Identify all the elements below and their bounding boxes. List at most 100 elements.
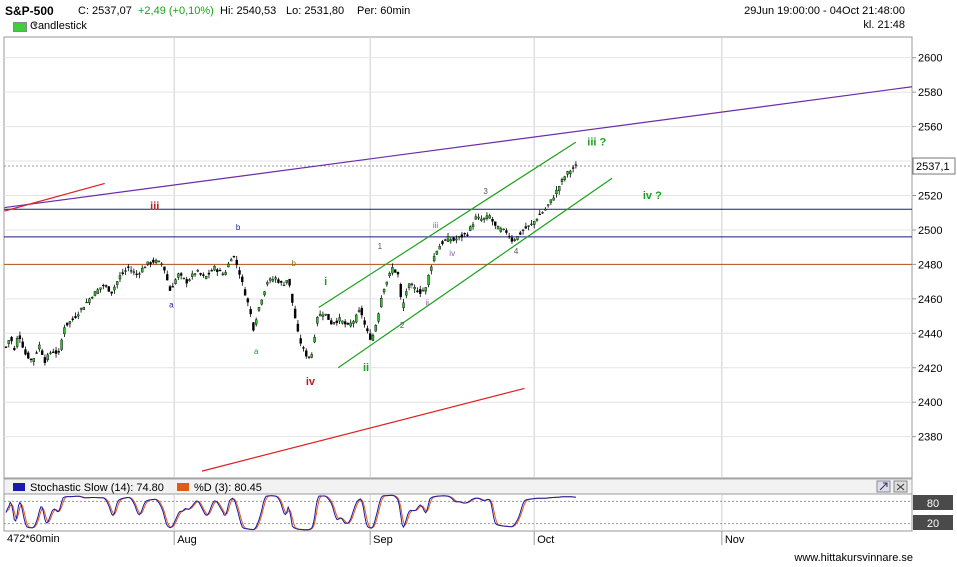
- candle-body: [271, 279, 275, 282]
- candle-body: [469, 226, 472, 231]
- candle-body: [154, 259, 158, 263]
- candle-body: [263, 291, 266, 296]
- candle-body: [519, 232, 522, 235]
- main-plot-frame: [3, 36, 913, 479]
- candle-body: [280, 281, 283, 283]
- candle-body: [85, 301, 88, 304]
- candle-body: [396, 272, 400, 275]
- candle-body: [99, 287, 102, 290]
- candle-body: [460, 234, 464, 238]
- candle-body: [54, 350, 58, 354]
- candle-body: [124, 270, 127, 272]
- candle-body: [327, 313, 330, 320]
- candle-body: [235, 259, 238, 265]
- candle-body: [266, 282, 269, 285]
- candle-body: [552, 197, 555, 201]
- candle-body: [510, 237, 514, 242]
- candle-body: [185, 279, 188, 284]
- candle-body: [571, 167, 575, 169]
- y-tick-label: 2460: [918, 294, 942, 306]
- candle-body: [427, 274, 430, 285]
- candle-body: [360, 307, 364, 316]
- candle-body: [430, 266, 433, 271]
- bar-count-label: 472*60min: [7, 533, 60, 545]
- candle-body: [115, 281, 119, 285]
- candle-body: [224, 272, 227, 275]
- candle-body: [46, 354, 49, 360]
- candle-body: [435, 250, 439, 255]
- candle-body: [163, 266, 166, 271]
- candle-body: [371, 334, 375, 341]
- wave-label: a: [254, 347, 259, 356]
- wave-label: 4: [514, 247, 519, 256]
- candle-body: [558, 186, 561, 192]
- candle-body: [191, 273, 194, 277]
- candle-body: [118, 275, 122, 280]
- candle-body: [380, 298, 383, 308]
- candle-body: [60, 339, 63, 350]
- candle-body: [452, 237, 455, 241]
- candle-body: [213, 265, 216, 271]
- candle-body: [282, 284, 286, 287]
- candle-body: [432, 256, 436, 262]
- candle-body: [307, 356, 311, 358]
- candle-body: [363, 320, 366, 325]
- candle-body: [471, 224, 475, 227]
- candle-body: [57, 351, 61, 353]
- candle-body: [238, 270, 241, 275]
- wave-label: ii: [425, 299, 429, 308]
- candle-body: [566, 171, 569, 175]
- candle-body: [77, 314, 80, 317]
- candle-body: [252, 322, 255, 331]
- close-icon[interactable]: [893, 480, 908, 493]
- candle-body: [135, 273, 138, 275]
- candle-body: [21, 341, 24, 348]
- candle-body: [18, 335, 22, 340]
- candle-body: [352, 321, 355, 324]
- candle-body: [43, 357, 47, 364]
- candle-body: [463, 233, 466, 235]
- candle-body: [332, 322, 336, 324]
- candle-body: [152, 259, 155, 263]
- candle-body: [530, 223, 533, 225]
- candle-body: [516, 236, 519, 240]
- site-link[interactable]: www.hittakursvinnare.se: [794, 552, 913, 564]
- candle-body: [268, 278, 272, 281]
- candle-body: [196, 270, 200, 272]
- settings-icon[interactable]: [876, 480, 891, 493]
- candle-body: [382, 288, 386, 293]
- price-chart: iiibabaiviii12iiiiiiiv34iii ?iv ? 238024…: [3, 36, 956, 546]
- candle-body: [313, 336, 316, 343]
- candle-body: [29, 358, 33, 360]
- candle-body: [446, 236, 450, 242]
- candle-body: [394, 269, 397, 273]
- candle-body: [15, 338, 19, 347]
- candle-body: [104, 285, 108, 287]
- y-tick-label: 2380: [918, 432, 942, 444]
- candle-body: [316, 316, 319, 324]
- indicator-plot-frame: [3, 493, 913, 532]
- candle-body: [419, 289, 422, 294]
- wave-label: iii: [150, 200, 159, 212]
- candle-body: [79, 308, 83, 310]
- candle-body: [330, 320, 333, 325]
- candle-body: [204, 276, 208, 279]
- candle-body: [391, 267, 394, 274]
- candle-body: [216, 269, 219, 272]
- candle-body: [40, 350, 44, 355]
- candle-body: [296, 323, 300, 332]
- candle-body: [113, 286, 116, 291]
- candle-body: [388, 273, 391, 277]
- candle-body: [441, 241, 444, 245]
- candle-body: [149, 262, 152, 265]
- candle-body: [182, 277, 186, 280]
- candle-body: [129, 270, 133, 272]
- candle-body: [32, 358, 35, 362]
- last-price-label: 2537,1: [916, 161, 950, 173]
- level-20-label: 20: [927, 518, 939, 530]
- candle-body: [288, 278, 291, 286]
- candle-body: [549, 199, 553, 203]
- candle-body: [349, 322, 352, 327]
- candle-body: [385, 281, 389, 285]
- x-tick-label: Aug: [177, 534, 197, 546]
